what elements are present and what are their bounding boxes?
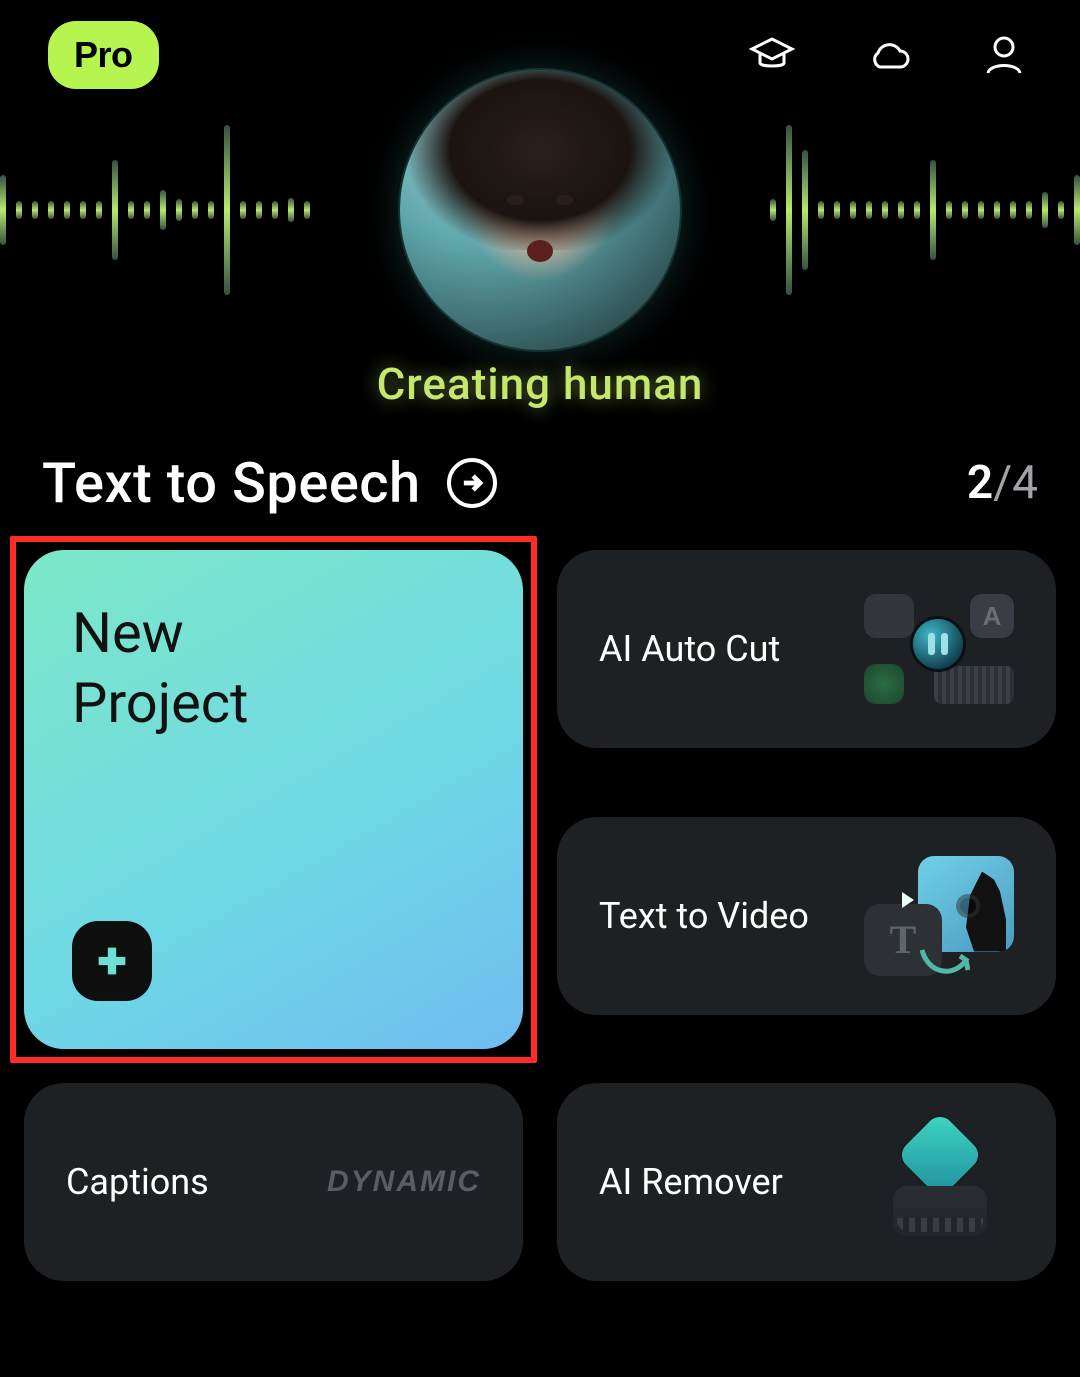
ai-remover-tile[interactable]: AI Remover [557, 1083, 1056, 1281]
ai-auto-cut-icon: A [864, 594, 1014, 704]
app-header: Pro [0, 0, 1080, 110]
graduation-cap-icon[interactable] [744, 27, 800, 83]
tile-label: AI Remover [599, 1161, 783, 1203]
tools-grid: New Project AI Auto Cut A Text to Video [0, 516, 1080, 1281]
text-to-video-tile[interactable]: Text to Video T [557, 817, 1056, 1015]
plus-icon [72, 921, 152, 1001]
counter-sep: / [993, 456, 1012, 510]
header-actions [744, 27, 1032, 83]
captions-dynamic-icon: DYNAMIC [327, 1167, 481, 1197]
ai-remover-icon [864, 1127, 1014, 1237]
tile-label: AI Auto Cut [599, 628, 780, 670]
profile-icon[interactable] [976, 27, 1032, 83]
section-title[interactable]: Text to Speech [42, 450, 497, 516]
pro-badge[interactable]: Pro [48, 21, 159, 89]
new-project-tile-wrapper: New Project [24, 550, 523, 1049]
arrow-right-circle-icon [447, 458, 497, 508]
section-header: Text to Speech 2/4 [0, 450, 1080, 516]
text-to-video-icon: T [864, 861, 1014, 971]
new-project-label: New Project [72, 598, 475, 738]
avatar [400, 70, 680, 350]
new-project-tile[interactable]: New Project [24, 550, 523, 1049]
tile-label: Captions [66, 1161, 209, 1203]
page-counter: 2/4 [967, 456, 1038, 510]
tile-label: Text to Video [599, 895, 809, 937]
captions-tile[interactable]: Captions DYNAMIC [24, 1083, 523, 1281]
counter-current: 2 [967, 456, 993, 510]
counter-total: 4 [1012, 456, 1038, 510]
section-title-text: Text to Speech [42, 450, 421, 516]
cloud-icon[interactable] [860, 27, 916, 83]
hero-caption: Creating human [0, 358, 1080, 410]
ai-auto-cut-tile[interactable]: AI Auto Cut A [557, 550, 1056, 748]
